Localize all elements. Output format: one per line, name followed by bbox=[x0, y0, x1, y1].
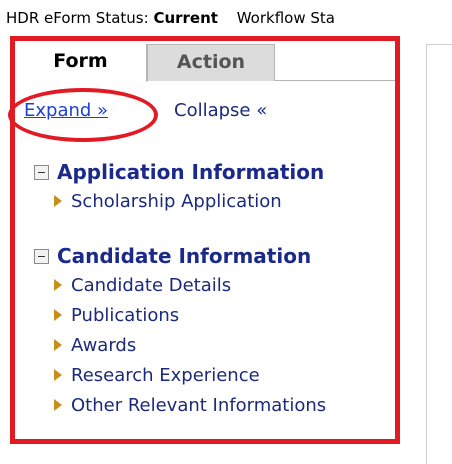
collapse-toggle-icon[interactable] bbox=[34, 164, 49, 180]
workflow-status-label: Workflow Sta bbox=[236, 9, 335, 27]
nav-item-candidate-details[interactable]: Candidate Details bbox=[54, 270, 326, 300]
section-candidate-information: Candidate Information Candidate Details … bbox=[34, 242, 326, 420]
nav-item-other-relevant-informations[interactable]: Other Relevant Informations bbox=[54, 390, 326, 420]
nav-item-research-experience[interactable]: Research Experience bbox=[54, 360, 326, 390]
content-panel-edge bbox=[426, 44, 452, 464]
arrow-right-icon bbox=[54, 369, 62, 381]
nav-item-scholarship-application[interactable]: Scholarship Application bbox=[54, 186, 324, 216]
expand-all-link[interactable]: Expand » bbox=[24, 100, 108, 121]
status-line: HDR eForm Status: Current Workflow Sta bbox=[6, 9, 335, 27]
nav-item-label[interactable]: Publications bbox=[71, 305, 179, 326]
section-items: Scholarship Application bbox=[54, 186, 324, 216]
form-navigation-panel: HDR eForm Status: Current Workflow Sta F… bbox=[0, 0, 452, 464]
arrow-right-icon bbox=[54, 399, 62, 411]
collapse-all-link[interactable]: Collapse « bbox=[174, 100, 267, 121]
nav-item-publications[interactable]: Publications bbox=[54, 300, 326, 330]
arrow-right-icon bbox=[54, 195, 62, 207]
nav-item-label[interactable]: Research Experience bbox=[71, 365, 260, 386]
section-application-information: Application Information Scholarship Appl… bbox=[34, 158, 324, 216]
section-title[interactable]: Application Information bbox=[57, 160, 324, 184]
section-items: Candidate Details Publications Awards Re… bbox=[54, 270, 326, 420]
status-value: Current bbox=[153, 9, 218, 27]
collapse-toggle-icon[interactable] bbox=[34, 248, 49, 264]
section-header[interactable]: Application Information bbox=[34, 158, 324, 186]
arrow-right-icon bbox=[54, 279, 62, 291]
nav-item-label[interactable]: Candidate Details bbox=[71, 275, 231, 296]
status-label: HDR eForm Status: bbox=[6, 9, 149, 27]
nav-item-label[interactable]: Other Relevant Informations bbox=[71, 395, 326, 416]
section-title[interactable]: Candidate Information bbox=[57, 244, 311, 268]
nav-item-label[interactable]: Awards bbox=[71, 335, 136, 356]
arrow-right-icon bbox=[54, 339, 62, 351]
section-header[interactable]: Candidate Information bbox=[34, 242, 326, 270]
nav-item-awards[interactable]: Awards bbox=[54, 330, 326, 360]
arrow-right-icon bbox=[54, 309, 62, 321]
nav-item-label[interactable]: Scholarship Application bbox=[71, 191, 282, 212]
